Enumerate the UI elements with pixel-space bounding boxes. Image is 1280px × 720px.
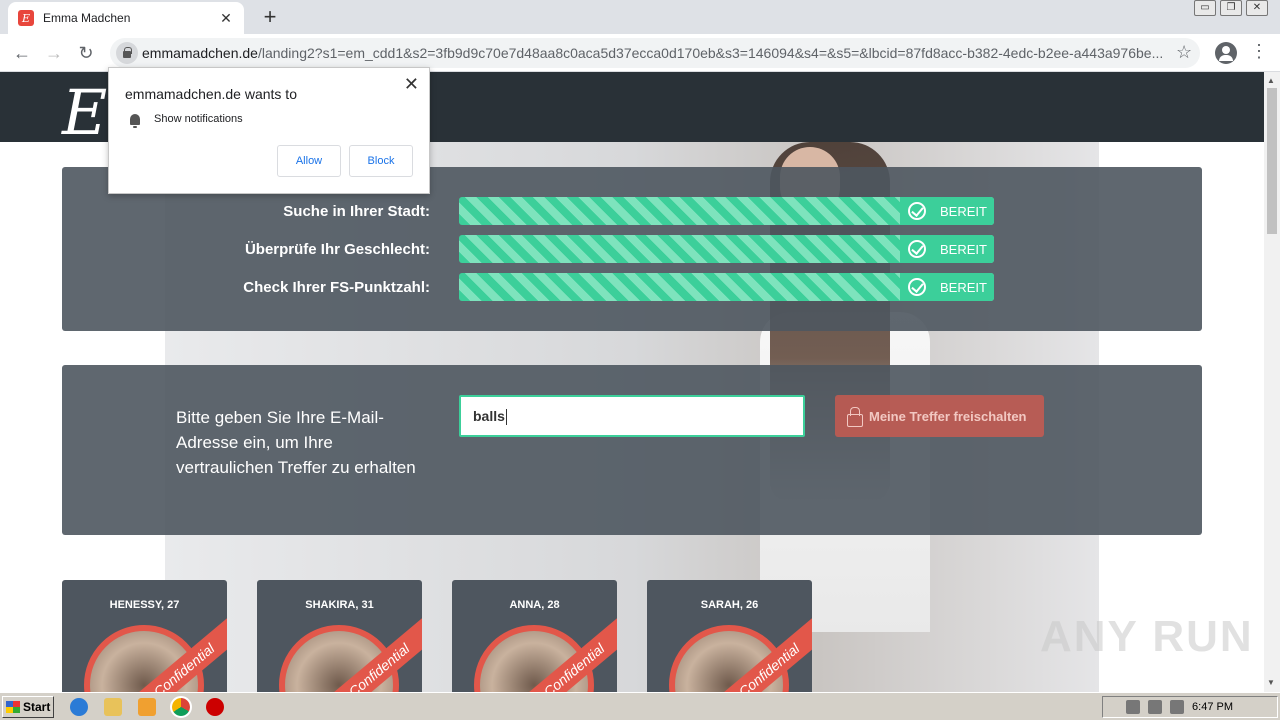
progress-bar: BEREIT: [459, 235, 994, 263]
status-text: BEREIT: [940, 241, 987, 257]
tab-title: Emma Madchen: [43, 11, 131, 25]
volume-icon[interactable]: [1126, 700, 1141, 714]
profile-name: SARAH, 26: [700, 599, 759, 611]
profile-card[interactable]: SARAH, 26 Confidential: [647, 580, 812, 692]
start-label: Start: [23, 700, 51, 714]
progress-bar: BEREIT: [459, 273, 994, 301]
clock: 6:47 PM: [1192, 701, 1233, 713]
block-button[interactable]: Block: [349, 145, 413, 177]
unlock-matches-button[interactable]: Meine Treffer freischalten: [835, 395, 1044, 437]
scroll-thumb[interactable]: [1267, 88, 1277, 234]
chrome-icon[interactable]: [170, 696, 192, 718]
close-window-button[interactable]: ✕: [1246, 0, 1268, 16]
page-scrollbar[interactable]: ▲ ▼: [1264, 72, 1280, 692]
url-text[interactable]: emmamadchen.de/landing2?s1=em_cdd1&s2=3f…: [142, 45, 1164, 61]
site-logo[interactable]: E: [62, 76, 107, 149]
progress-label: Suche in Ihrer Stadt:: [283, 203, 430, 220]
lock-icon[interactable]: [116, 42, 138, 64]
network-icon[interactable]: [1148, 700, 1163, 714]
ie-icon[interactable]: [70, 698, 88, 716]
permission-text: Show notifications: [154, 113, 243, 125]
address-bar[interactable]: emmamadchen.de/landing2?s1=em_cdd1&s2=3f…: [110, 38, 1200, 68]
progress-row: Überprüfe Ihr Geschlecht: BEREIT: [62, 235, 1202, 263]
profile-name: ANNA, 28: [509, 599, 560, 611]
anyrun-watermark: ANY RUN: [1040, 612, 1254, 661]
progress-label: Check Ihrer FS-Punktzahl:: [243, 279, 430, 296]
forward-arrow-icon[interactable]: →: [42, 41, 66, 65]
progress-row: Suche in Ihrer Stadt: BEREIT: [62, 197, 1202, 225]
folder-icon[interactable]: [104, 698, 122, 716]
tab-close-icon[interactable]: ✕: [218, 10, 234, 27]
unlock-button-label: Meine Treffer freischalten: [869, 408, 1027, 424]
check-circle-icon: [908, 202, 926, 220]
email-prompt-text: Bitte geben Sie Ihre E-Mail-Adresse ein,…: [176, 408, 416, 477]
tab-strip: E Emma Madchen ✕ + ▭ ❐ ✕: [0, 0, 1280, 34]
profile-avatar-icon[interactable]: [1215, 42, 1237, 64]
media-player-icon[interactable]: [138, 698, 156, 716]
notification-permission-popup: emmamadchen.de wants to ✕ Show notificat…: [108, 67, 430, 194]
back-arrow-icon[interactable]: ←: [10, 41, 34, 65]
windows-taskbar: Start 6:47 PM: [0, 692, 1280, 720]
profile-name: SHAKIRA, 31: [305, 599, 374, 611]
new-tab-plus-icon[interactable]: +: [258, 4, 282, 30]
browser-menu-icon[interactable]: ⋮: [1250, 41, 1268, 62]
scroll-up-icon[interactable]: ▲: [1267, 76, 1275, 85]
windows-logo-icon: [6, 701, 20, 713]
flag-icon[interactable]: [1170, 700, 1185, 714]
profile-name: HENESSY, 27: [109, 599, 180, 611]
popup-title: emmamadchen.de wants to: [125, 86, 297, 102]
restore-button[interactable]: ❐: [1220, 0, 1242, 16]
email-panel: Bitte geben Sie Ihre E-Mail-Adresse ein,…: [62, 365, 1202, 535]
progress-bar: BEREIT: [459, 197, 994, 225]
profile-card[interactable]: ANNA, 28 Confidential: [452, 580, 617, 692]
allow-button[interactable]: Allow: [277, 145, 341, 177]
check-circle-icon: [908, 278, 926, 296]
system-tray: 6:47 PM: [1102, 696, 1278, 718]
profile-card[interactable]: HENESSY, 27 Confidential: [62, 580, 227, 692]
status-badge: BEREIT: [900, 273, 994, 301]
window-controls: ▭ ❐ ✕: [1194, 0, 1268, 16]
scroll-down-icon[interactable]: ▼: [1267, 678, 1275, 687]
profile-card[interactable]: SHAKIRA, 31 Confidential: [257, 580, 422, 692]
check-circle-icon: [908, 240, 926, 258]
start-button[interactable]: Start: [2, 696, 54, 718]
progress-row: Check Ihrer FS-Punktzahl: BEREIT: [62, 273, 1202, 301]
status-text: BEREIT: [940, 203, 987, 219]
popup-close-icon[interactable]: ✕: [404, 74, 419, 95]
bell-icon: [128, 114, 142, 128]
reload-icon[interactable]: ↻: [74, 41, 98, 65]
progress-label: Überprüfe Ihr Geschlecht:: [244, 241, 430, 258]
status-badge: BEREIT: [900, 235, 994, 263]
email-input[interactable]: balls: [459, 395, 805, 437]
browser-tab[interactable]: E Emma Madchen ✕: [8, 2, 244, 34]
site-favicon-icon: E: [18, 10, 34, 26]
bookmark-star-icon[interactable]: ☆: [1176, 42, 1192, 63]
status-text: BEREIT: [940, 279, 987, 295]
padlock-icon: [847, 406, 863, 427]
minimize-button[interactable]: ▭: [1194, 0, 1216, 16]
antivirus-icon[interactable]: [206, 698, 224, 716]
status-badge: BEREIT: [900, 197, 994, 225]
